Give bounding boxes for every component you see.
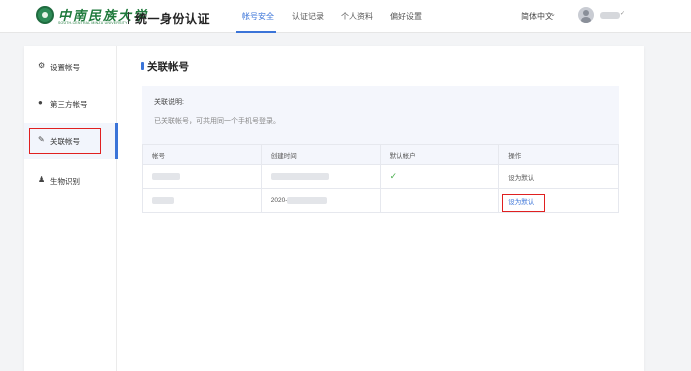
column-header-account: 帐号 — [142, 144, 262, 165]
tab-auth-records[interactable]: 认证记录 — [292, 11, 324, 22]
table-header-row: 帐号 创建时间 默认帐户 操作 — [142, 144, 619, 165]
sidebar-item-biometrics[interactable]: ♟ 生物识别 — [24, 163, 117, 199]
notice-title: 关联说明: — [154, 99, 184, 106]
sidebar-highlight-box — [29, 128, 101, 154]
top-header: 中南民族大学 SOUTH-CENTRAL MINZU UNIVERSITY 统一… — [0, 0, 691, 33]
university-emblem-icon — [36, 6, 54, 24]
gear-icon: ⚙ — [38, 61, 46, 70]
notice-text: 已关联帐号，可共用同一个手机号登录。 — [154, 118, 280, 125]
content-area: 关联帐号 关联说明: 已关联帐号，可共用同一个手机号登录。 帐号 创建时间 默认… — [117, 46, 644, 371]
check-icon: ✓ — [389, 171, 398, 181]
redacted-value — [152, 172, 180, 180]
tab-preferences[interactable]: 偏好设置 — [390, 11, 422, 22]
tab-profile[interactable]: 个人资料 — [341, 11, 373, 22]
table-row: ✓ 设为默认 — [142, 164, 619, 189]
avatar[interactable] — [578, 7, 594, 23]
sidebar-item-label: 设置帐号 — [50, 63, 80, 72]
notice-box: 关联说明: 已关联帐号，可共用同一个手机号登录。 — [142, 86, 619, 144]
action-cell: 设为默认 — [498, 164, 619, 189]
link-circle-icon: ● — [38, 98, 43, 107]
user-chevron-icon[interactable]: ✓ — [620, 10, 625, 17]
redacted-value — [287, 196, 328, 204]
sidebar-item-label: 第三方帐号 — [50, 100, 88, 109]
language-selector[interactable]: 简体中文 — [521, 11, 553, 22]
column-header-default: 默认帐户 — [379, 144, 500, 165]
site-title: 统一身份认证 — [135, 12, 211, 26]
redacted-value — [152, 196, 174, 204]
title-accent-bar — [141, 62, 144, 70]
logo-divider — [128, 12, 129, 24]
set-default-button[interactable]: 设为默认 — [508, 175, 534, 182]
main-card: ⚙ 设置帐号 ● 第三方帐号 ✎ 关联帐号 ♟ 生物识别 关联帐号 关联说明: … — [24, 46, 644, 371]
created-cell — [260, 164, 381, 189]
sidebar-item-account-settings[interactable]: ⚙ 设置帐号 — [24, 49, 117, 85]
action-highlight-box — [502, 194, 545, 212]
sidebar: ⚙ 设置帐号 ● 第三方帐号 ✎ 关联帐号 ♟ 生物识别 — [24, 46, 118, 371]
page-title: 关联帐号 — [147, 61, 189, 73]
university-logo-english: SOUTH-CENTRAL MINZU UNIVERSITY — [58, 21, 128, 25]
chevron-down-icon[interactable]: ⌄ — [550, 10, 556, 18]
redacted-value — [270, 172, 329, 180]
account-cell — [142, 164, 262, 189]
active-tab-indicator — [236, 31, 276, 33]
default-cell — [379, 188, 500, 213]
sidebar-item-third-party[interactable]: ● 第三方帐号 — [24, 86, 117, 122]
linked-accounts-table: 帐号 创建时间 默认帐户 操作 ✓ 设为默认 2020- 设为默认 — [142, 144, 619, 213]
sidebar-item-label: 生物识别 — [50, 177, 80, 186]
column-header-action: 操作 — [498, 144, 619, 165]
table-row: 2020- 设为默认 — [142, 188, 619, 213]
username-redacted[interactable] — [600, 12, 620, 19]
column-header-created: 创建时间 — [260, 144, 381, 165]
created-cell: 2020- — [260, 188, 381, 213]
account-cell — [142, 188, 262, 213]
person-icon: ♟ — [38, 175, 46, 184]
tab-account-security[interactable]: 帐号安全 — [242, 11, 274, 22]
created-date: 2020- — [270, 197, 288, 205]
default-cell: ✓ — [379, 164, 500, 189]
